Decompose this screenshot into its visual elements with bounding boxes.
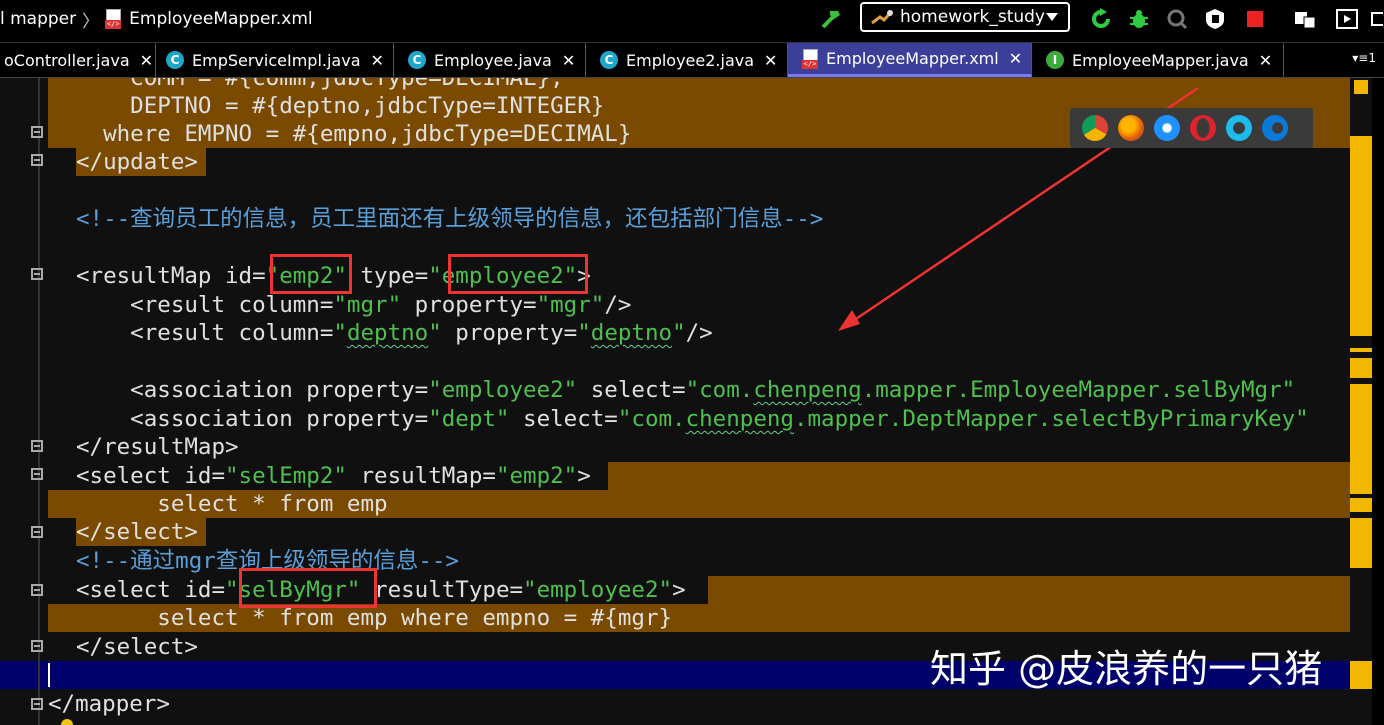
tab-employeemapper-xml[interactable]: </> EmployeeMapper.xml ✕ [788,43,1032,77]
close-icon[interactable]: ✕ [562,51,575,70]
breadcrumb-separator: 〉 [82,11,100,32]
close-icon[interactable]: ✕ [371,51,384,70]
stop-icon[interactable] [1242,4,1268,34]
breadcrumb: l mapper 〉 </> EmployeeMapper.xml [0,6,313,32]
error-stripe[interactable] [1350,78,1372,725]
tab-label: Employee.java [434,50,552,70]
opera-icon[interactable] [1190,115,1216,141]
tab-label: EmpServiceImpl.java [192,50,361,70]
debug-bug-icon[interactable] [1126,4,1152,34]
firefox-icon[interactable] [1118,115,1144,141]
stripe-marker[interactable] [1350,384,1372,494]
code-editor[interactable]: COMM = #{comm,jdbcType=DECIMAL}, DEPTNO … [0,78,1372,725]
ie-icon[interactable] [1226,115,1252,141]
stripe-marker[interactable] [1350,348,1372,352]
interface-icon: I [1046,51,1064,69]
navigation-bar: l mapper 〉 </> EmployeeMapper.xml homewo… [0,0,1384,38]
chevron-down-icon [1046,13,1058,21]
browser-preview-popup [1070,108,1313,148]
stripe-marker[interactable] [1350,498,1372,512]
editor-tab-bar: oController.java ✕ C EmpServiceImpl.java… [0,42,1384,79]
run-window-icon[interactable] [1334,4,1360,34]
tab-list-menu[interactable]: ▾≡1 [1352,51,1376,65]
stripe-marker[interactable] [1350,136,1372,336]
class-icon: C [408,51,426,69]
tab-employee2-java[interactable]: C Employee2.java ✕ [586,43,788,77]
xml-file-icon: </> [105,9,123,29]
tab-label: EmployeeMapper.xml [826,49,999,68]
close-icon[interactable]: ✕ [1259,51,1272,70]
run-config-icon [871,10,894,25]
tab-label: oController.java [4,50,130,70]
breadcrumb-item-file[interactable]: EmployeeMapper.xml [129,9,313,29]
watermark: 知乎 @皮浪养的一只猪 [930,647,1323,691]
project-structure-icon[interactable] [1292,4,1318,34]
safari-icon[interactable] [1154,115,1180,141]
run-config-label: homework_study [900,7,1045,27]
close-icon[interactable]: ✕ [764,51,777,70]
chrome-icon[interactable] [1082,115,1108,141]
build-hammer-icon[interactable] [818,4,846,34]
stripe-marker[interactable] [1350,358,1372,378]
close-icon[interactable]: ✕ [1009,49,1022,68]
tab-employeemapper-java[interactable]: I EmployeeMapper.java ✕ [1032,43,1284,77]
search-everywhere-icon[interactable] [1370,4,1384,34]
stripe-marker[interactable] [1350,518,1372,568]
edge-icon[interactable] [1262,115,1288,141]
class-icon: C [600,51,618,69]
stripe-marker[interactable] [1354,80,1368,94]
coverage-icon[interactable] [1164,4,1190,34]
close-icon[interactable]: ✕ [140,51,153,70]
tab-controller-java[interactable]: oController.java ✕ [0,43,156,77]
tab-employee-java[interactable]: C Employee.java ✕ [394,43,586,77]
annotation-arrow [838,86,1199,331]
breadcrumb-item-mapper[interactable]: l mapper [0,9,76,29]
rerun-icon[interactable] [1088,4,1114,34]
tab-label: EmployeeMapper.java [1072,50,1249,70]
profile-shield-icon[interactable] [1202,4,1228,34]
class-icon: C [166,51,184,69]
tab-empserviceimpl-java[interactable]: C EmpServiceImpl.java ✕ [156,43,394,77]
right-tool-window-bar[interactable] [1372,78,1384,725]
stripe-marker[interactable] [1350,661,1372,689]
run-configuration-select[interactable]: homework_study [860,2,1070,32]
tab-label: Employee2.java [626,50,755,70]
xml-file-icon: </> [802,48,820,69]
